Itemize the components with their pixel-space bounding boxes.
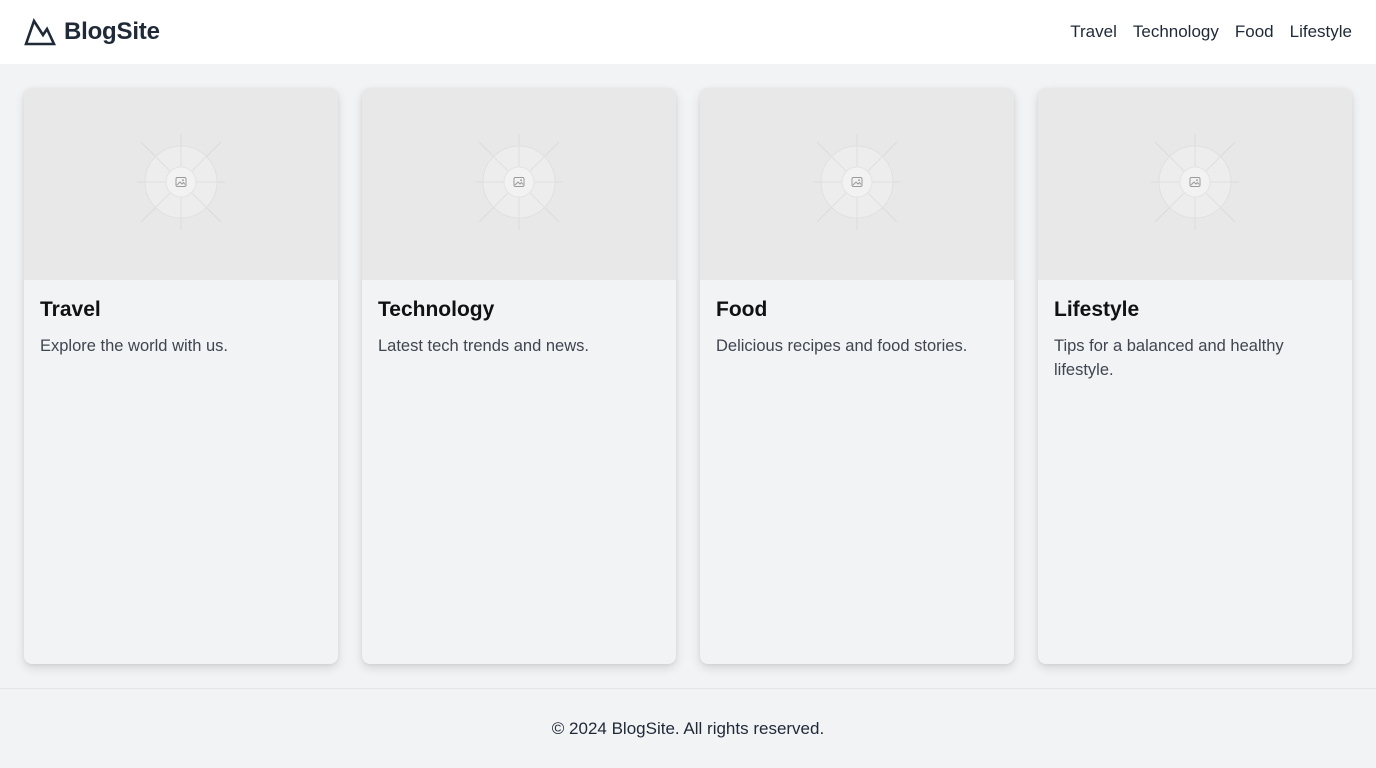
nav-link-food[interactable]: Food [1235, 22, 1274, 42]
image-placeholder-icon [133, 133, 229, 235]
card-image [1038, 88, 1352, 280]
card-image [24, 88, 338, 280]
brand-name: BlogSite [64, 18, 160, 45]
card-title: Technology [378, 298, 495, 321]
card-description: Explore the world with us. [40, 337, 229, 355]
card-grid: Travel Explore the world with us. Techno… [24, 88, 1352, 664]
card-description: Delicious recipes and food stories. [716, 337, 968, 355]
site-header: BlogSite Travel Technology Food Lifestyl… [0, 0, 1376, 64]
nav-link-technology[interactable]: Technology [1133, 22, 1219, 42]
copyright-text: © 2024 BlogSite. All rights reserved. [551, 718, 825, 738]
nav-link-lifestyle[interactable]: Lifestyle [1290, 22, 1352, 42]
card-title: Travel [40, 298, 101, 321]
card-food[interactable]: Food Delicious recipes and food stories. [700, 88, 1014, 664]
image-placeholder-icon [809, 133, 905, 235]
image-placeholder-icon [1147, 133, 1243, 235]
card-image [362, 88, 676, 280]
card-title: Lifestyle [1054, 298, 1140, 321]
card-lifestyle[interactable]: Lifestyle Tips for a balanced and health… [1038, 88, 1352, 664]
card-description: Tips for a balanced and healthy lifestyl… [1054, 337, 1284, 379]
card-technology[interactable]: Technology Latest tech trends and news. [362, 88, 676, 664]
card-description: Latest tech trends and news. [378, 337, 589, 355]
brand[interactable]: BlogSite [24, 18, 160, 46]
main-nav: Travel Technology Food Lifestyle [1070, 22, 1352, 42]
image-placeholder-icon [471, 133, 567, 235]
nav-link-travel[interactable]: Travel [1070, 22, 1117, 42]
mountain-icon [24, 18, 56, 46]
card-travel[interactable]: Travel Explore the world with us. [24, 88, 338, 664]
site-footer: © 2024 BlogSite. All rights reserved. [0, 689, 1376, 768]
card-image [700, 88, 1014, 280]
card-title: Food [716, 298, 768, 321]
